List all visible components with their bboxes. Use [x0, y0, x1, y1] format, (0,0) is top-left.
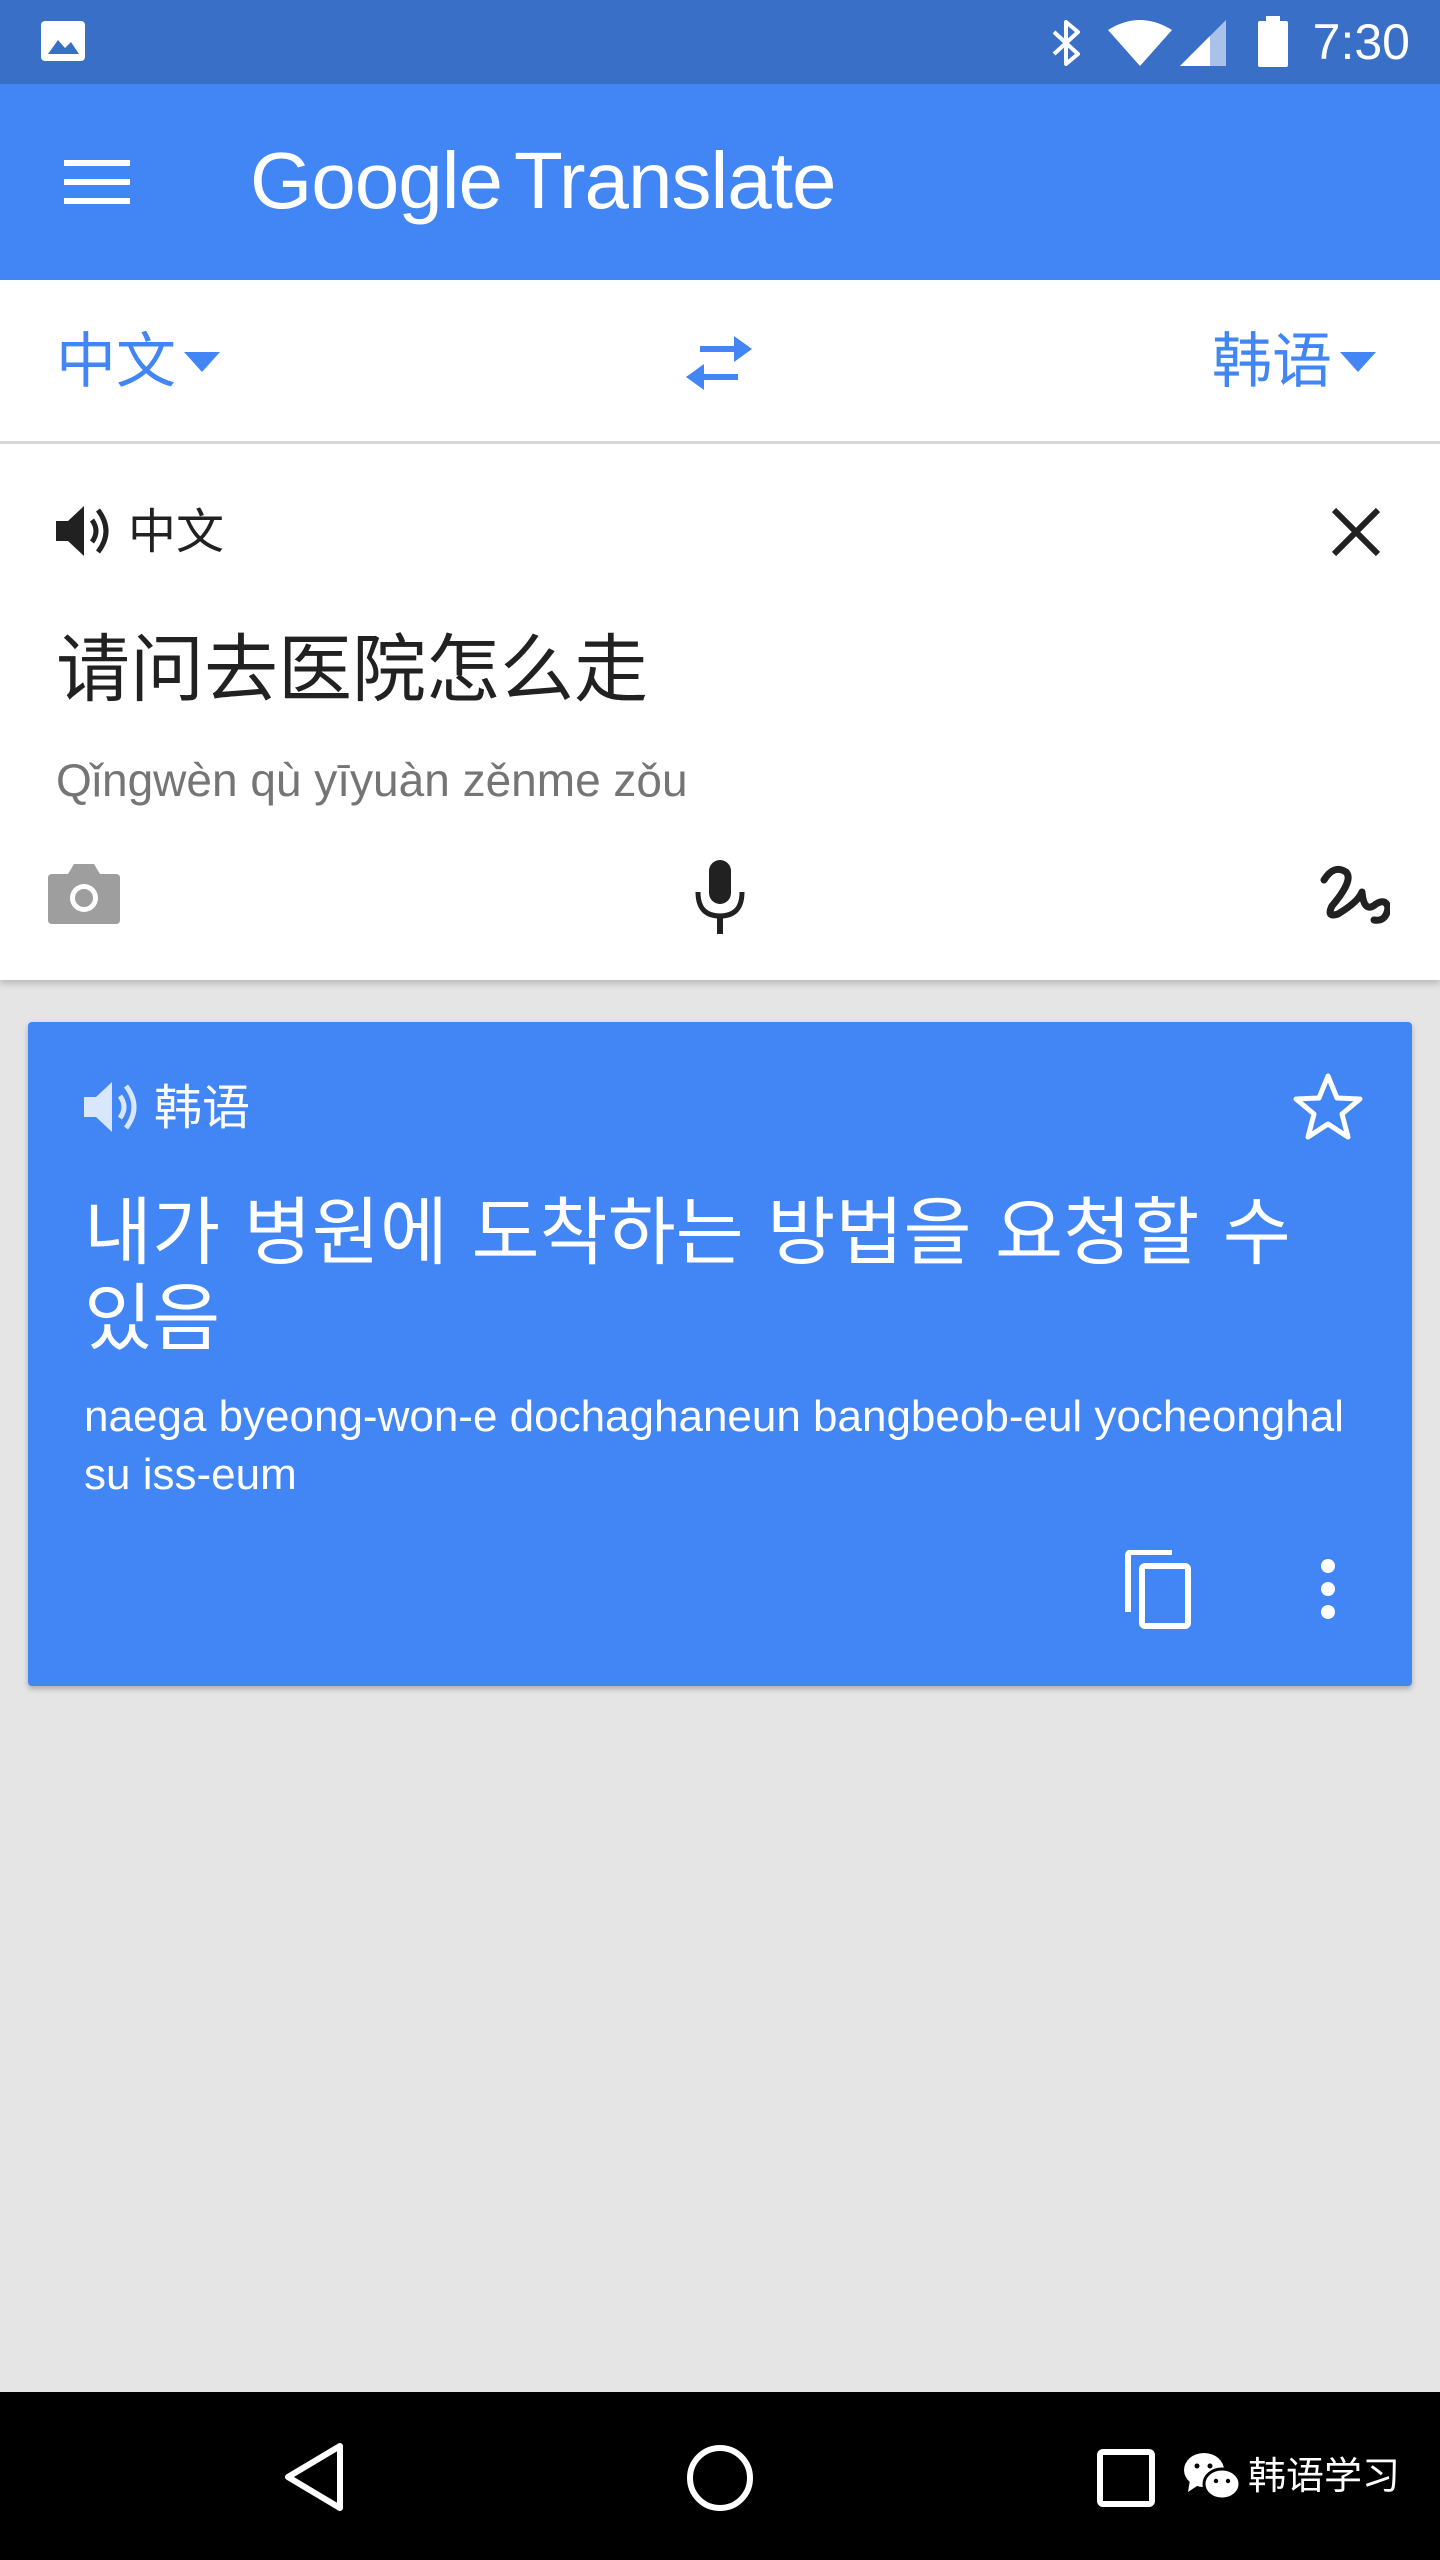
source-transliteration: Qǐngwèn qù yīyuàn zěnme zǒu: [56, 754, 688, 806]
target-language-heading: 韩语: [154, 1080, 251, 1136]
battery-icon: [1256, 16, 1290, 68]
source-language-label: 中文: [56, 327, 176, 397]
close-icon[interactable]: [1330, 506, 1382, 558]
cell-signal-icon: [1180, 20, 1226, 66]
app-title-brand: Google: [250, 136, 503, 225]
translation-transliteration: naega byeong-won-e dochaghaneun bangbeob…: [84, 1392, 1344, 1499]
swap-arrows-icon[interactable]: [686, 336, 752, 390]
translation-text[interactable]: 내가 병원에 도착하는 방법을 요청할 수 있음: [84, 1190, 1364, 1362]
target-language-selector[interactable]: 韩语: [1212, 322, 1376, 402]
wechat-logo-icon: [1182, 2450, 1242, 2504]
watermark-text: 韩语学习: [1248, 2454, 1401, 2498]
recents-icon[interactable]: [1096, 2448, 1156, 2508]
speaker-icon[interactable]: [84, 1080, 140, 1134]
source-text[interactable]: 请问去医院怎么走: [56, 620, 648, 720]
handwriting-icon[interactable]: [1318, 862, 1390, 928]
copy-icon[interactable]: [1122, 1550, 1194, 1630]
status-time: 7:30: [1312, 14, 1410, 70]
microphone-icon[interactable]: [692, 860, 748, 936]
dropdown-arrow-icon: [184, 352, 220, 372]
bluetooth-icon: [1050, 18, 1084, 68]
image-notification-icon: [40, 20, 86, 62]
target-language-label: 韩语: [1212, 327, 1332, 397]
source-language-selector[interactable]: 中文: [56, 322, 220, 402]
home-icon[interactable]: [686, 2444, 754, 2512]
star-icon[interactable]: [1292, 1072, 1364, 1142]
app-title: Google Translate: [250, 131, 837, 231]
hamburger-menu-icon[interactable]: [64, 160, 130, 204]
dropdown-arrow-icon: [1340, 352, 1376, 372]
more-vert-icon[interactable]: [1318, 1558, 1338, 1620]
back-icon[interactable]: [282, 2442, 346, 2512]
app-title-product: Translate: [513, 136, 837, 225]
source-language-heading: 中文: [128, 504, 225, 560]
speaker-icon[interactable]: [56, 504, 112, 558]
wifi-icon: [1108, 20, 1172, 66]
camera-icon[interactable]: [48, 860, 120, 924]
